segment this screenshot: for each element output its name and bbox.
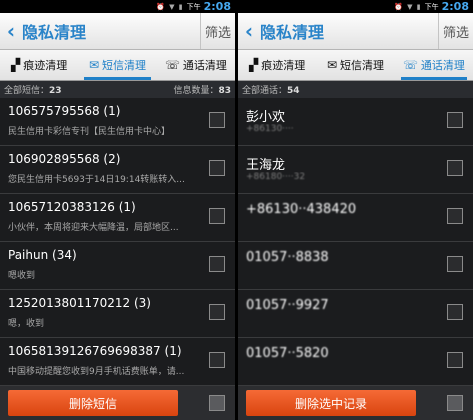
select-all-checkbox[interactable] [447,395,463,411]
contact-number: +86130···· [246,124,294,134]
page-title: 隐私清理 [22,23,87,42]
tab-label: 短信清理 [340,59,385,72]
envelope-icon: ✉ [88,58,100,72]
tab-call-clean[interactable]: ☏ 通话清理 [157,50,235,80]
tab-sms-clean[interactable]: ✉ 短信清理 [316,50,394,80]
tab-sms-clean[interactable]: ✉ 短信清理 [78,50,156,80]
select-checkbox[interactable] [447,352,463,368]
list-item[interactable]: Paihun (34) 嗯收到 [0,242,235,290]
tab-label: 通话清理 [420,59,465,72]
tab-label: 短信清理 [102,59,147,72]
contact-number: +86180····32 [246,172,306,182]
select-checkbox[interactable] [209,160,225,176]
bottom-action-bar: 删除短信 [0,386,235,420]
contact-name: 彭小欢 [246,110,286,125]
phone-icon: ☏ [402,58,418,72]
screens-container: ⏰ ▼ ▮ 下午 2:08 ‹ 隐私清理 筛选 ▞ 痕迹清理 ✉ 短信清理 ☏ … [0,0,473,420]
call-list: 彭小欢 +86130···· 王海龙 +86180····32 +86130··… [238,98,473,386]
status-icons: ⏰ ▼ ▮ [156,2,184,11]
sms-list: 106575795568 (1) 民生信用卡彩信专刊【民生信用卡中心】 1069… [0,98,235,386]
status-ampm: 下午 [424,2,439,11]
list-item[interactable]: +86130··438420 [238,194,473,242]
list-item[interactable]: 106575795568 (1) 民生信用卡彩信专刊【民生信用卡中心】 [0,98,235,146]
tab-trace-clean[interactable]: ▞ 痕迹清理 [238,50,316,80]
delete-selected-records-button[interactable]: 删除选中记录 [246,390,416,416]
call-clean-screen: ⏰ ▼ ▮ 下午 2:08 ‹ 隐私清理 筛选 ▞ 痕迹清理 ✉ 短信清理 ☏ … [238,0,473,420]
select-all-checkbox[interactable] [209,395,225,411]
total-calls: 全部通话：54 [242,86,300,96]
sender-number: 10657120383126 (1) [8,200,136,214]
select-checkbox[interactable] [209,304,225,320]
tab-bar: ▞ 痕迹清理 ✉ 短信清理 ☏ 通话清理 [238,50,473,81]
select-checkbox[interactable] [447,112,463,128]
list-item[interactable]: 1252013801170212 (3) 嗯，收到 [0,290,235,338]
sender-number: Paihun (34) [8,248,77,262]
tab-label: 通话清理 [182,59,227,72]
message-preview: 嗯，收到 [8,319,45,329]
sms-clean-screen: ⏰ ▼ ▮ 下午 2:08 ‹ 隐私清理 筛选 ▞ 痕迹清理 ✉ 短信清理 ☏ … [0,0,235,420]
status-time: 2:08 [441,0,469,13]
list-item[interactable]: 王海龙 +86180····32 [238,146,473,194]
sender-number: 106902895568 (2) [8,152,121,166]
status-bar: ⏰ ▼ ▮ 下午 2:08 [238,0,473,13]
status-ampm: 下午 [186,2,201,11]
filter-button[interactable]: 筛选 [200,13,235,49]
message-preview: 中国移动提醒您收到9月手机话费账单，请... [8,367,185,377]
envelope-icon: ✉ [326,58,338,72]
message-preview: 小伙伴，本周将迎来大幅降温，局部地区... [8,223,179,233]
sender-number: 106575795568 (1) [8,104,121,118]
select-checkbox[interactable] [447,208,463,224]
select-checkbox[interactable] [447,160,463,176]
summary-bar: 全部通话：54 [238,81,473,98]
list-item[interactable]: 彭小欢 +86130···· [238,98,473,146]
broom-icon: ▞ [249,58,259,72]
status-icons: ⏰ ▼ ▮ [394,2,422,11]
page-title: 隐私清理 [260,23,325,42]
list-item[interactable]: 106902895568 (2) 您民生信用卡5693于14日19:14转账转入… [0,146,235,194]
list-item[interactable]: 10657120383126 (1) 小伙伴，本周将迎来大幅降温，局部地区... [0,194,235,242]
select-checkbox[interactable] [209,352,225,368]
phone-number: 01057··5820 [246,346,329,361]
summary-bar: 全部短信：23 信息数量：83 [0,81,235,98]
tab-label: 痕迹清理 [261,59,306,72]
phone-icon: ☏ [164,58,180,72]
message-preview: 嗯收到 [8,271,36,281]
tab-label: 痕迹清理 [23,59,68,72]
phone-number: +86130··438420 [246,202,357,217]
contact-name: 王海龙 [246,158,286,173]
tab-trace-clean[interactable]: ▞ 痕迹清理 [0,50,78,80]
message-preview: 民生信用卡彩信专刊【民生信用卡中心】 [8,127,171,137]
total-sms: 全部短信：23 [4,86,62,96]
phone-number: 01057··8838 [246,250,329,265]
status-time: 2:08 [203,0,231,13]
message-preview: 您民生信用卡5693于14日19:14转账转入... [8,175,185,185]
list-item[interactable]: 01057··9927 [238,290,473,338]
message-count: 信息数量：83 [173,86,231,96]
back-icon[interactable]: ‹ [238,19,260,43]
delete-sms-button[interactable]: 删除短信 [8,390,178,416]
broom-icon: ▞ [11,58,21,72]
select-checkbox[interactable] [209,208,225,224]
list-item[interactable]: 01057··8838 [238,242,473,290]
sender-number: 1252013801170212 (3) [8,296,151,310]
select-checkbox[interactable] [447,304,463,320]
bottom-action-bar: 删除选中记录 [238,386,473,420]
title-bar: ‹ 隐私清理 筛选 [238,13,473,50]
back-icon[interactable]: ‹ [0,19,22,43]
phone-number: 01057··9927 [246,298,329,313]
list-item[interactable]: 10658139126769698387 (1) 中国移动提醒您收到9月手机话费… [0,338,235,386]
tab-call-clean[interactable]: ☏ 通话清理 [395,50,473,80]
select-checkbox[interactable] [209,256,225,272]
select-checkbox[interactable] [447,256,463,272]
title-bar: ‹ 隐私清理 筛选 [0,13,235,50]
tab-bar: ▞ 痕迹清理 ✉ 短信清理 ☏ 通话清理 [0,50,235,81]
select-checkbox[interactable] [209,112,225,128]
list-item[interactable]: 01057··5820 [238,338,473,386]
filter-button[interactable]: 筛选 [438,13,473,49]
status-bar: ⏰ ▼ ▮ 下午 2:08 [0,0,235,13]
sender-number: 10658139126769698387 (1) [8,344,182,358]
